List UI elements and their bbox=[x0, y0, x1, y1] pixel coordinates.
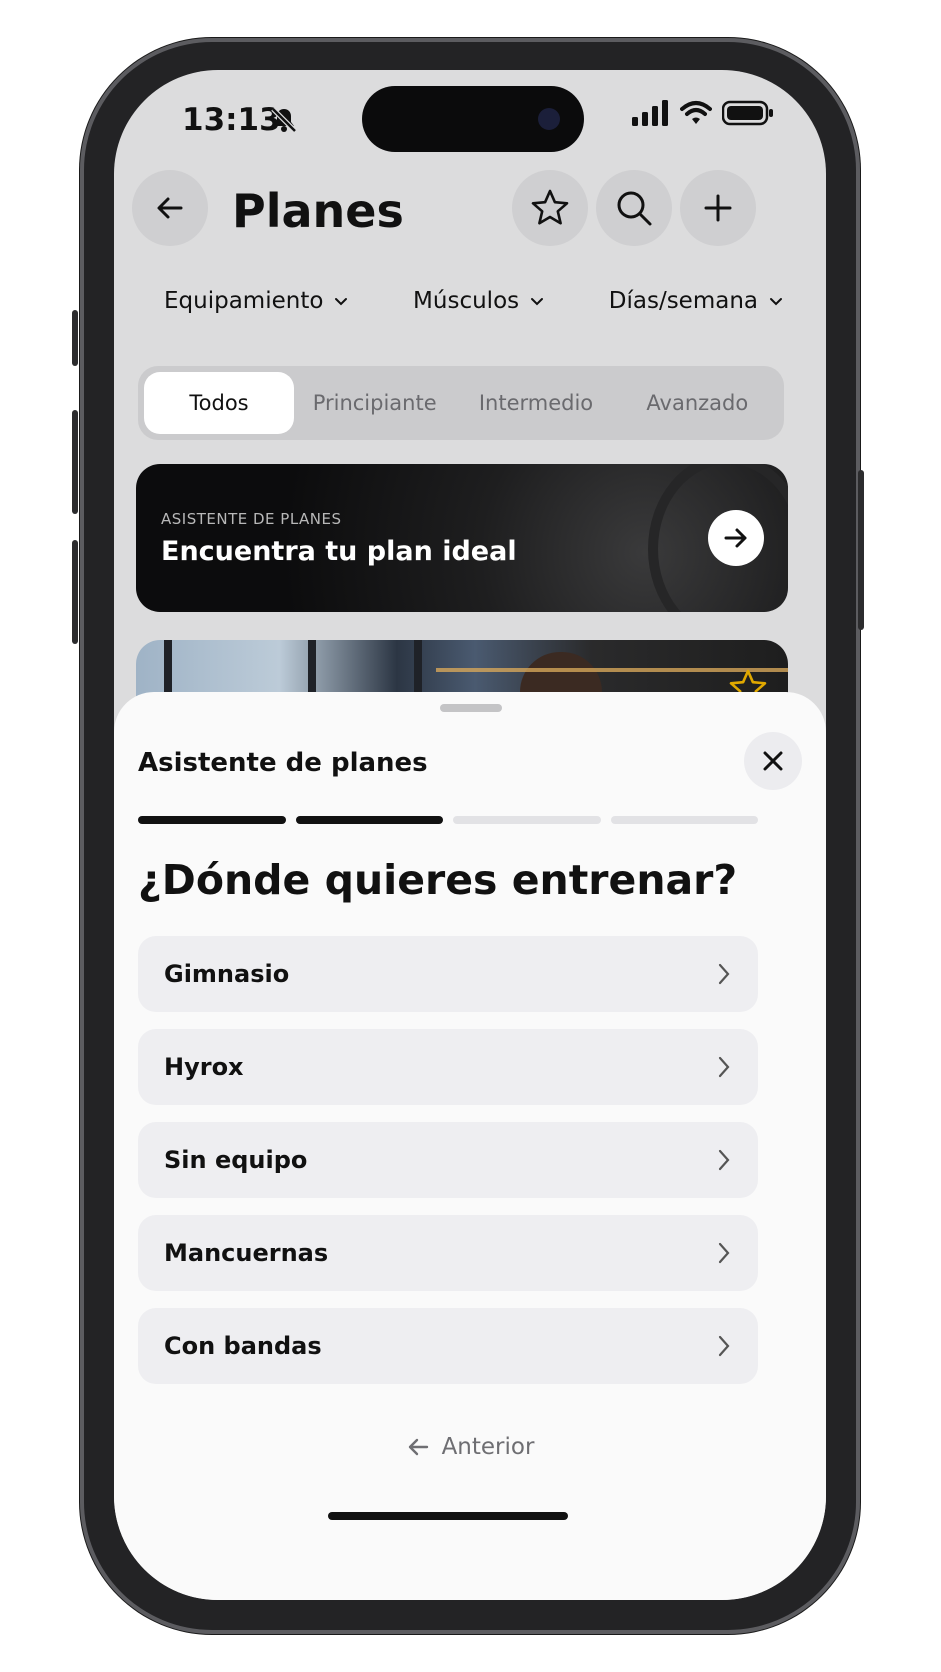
chevron-right-icon bbox=[718, 1056, 730, 1078]
filter-equipment[interactable]: Equipamiento bbox=[164, 288, 349, 314]
step-progress bbox=[138, 816, 758, 824]
progress-step bbox=[453, 816, 601, 824]
arrow-right-icon bbox=[724, 528, 747, 548]
level-segmented-control: Todos Principiante Intermedio Avanzado bbox=[138, 366, 784, 440]
level-tab-all[interactable]: Todos bbox=[144, 372, 294, 434]
chevron-right-icon bbox=[718, 1242, 730, 1264]
question-heading: ¿Dónde quieres entrenar? bbox=[138, 856, 738, 904]
chevron-right-icon bbox=[718, 1335, 730, 1357]
filter-days-per-week[interactable]: Días/semana bbox=[609, 288, 784, 314]
filter-muscles[interactable]: Músculos bbox=[413, 288, 545, 314]
option-bands[interactable]: Con bandas bbox=[138, 1308, 758, 1384]
mute-switch bbox=[72, 310, 78, 366]
page-title: Planes bbox=[232, 184, 404, 238]
favorites-button[interactable] bbox=[512, 170, 588, 246]
filter-bar: Equipamiento Músculos Días/semana bbox=[164, 288, 784, 314]
signal-icon bbox=[632, 100, 668, 126]
silent-bell-icon bbox=[271, 107, 297, 133]
previous-button[interactable]: Anterior bbox=[114, 1434, 826, 1460]
add-plan-button[interactable] bbox=[680, 170, 756, 246]
plan-assistant-banner[interactable]: ASISTENTE DE PLANES Encuentra tu plan id… bbox=[136, 464, 788, 612]
option-label: Con bandas bbox=[164, 1332, 322, 1360]
volume-down-button bbox=[72, 540, 78, 644]
level-tab-intermediate[interactable]: Intermedio bbox=[455, 372, 616, 434]
battery-icon bbox=[722, 100, 773, 126]
close-button[interactable] bbox=[744, 732, 802, 790]
back-button[interactable] bbox=[132, 170, 208, 246]
banner-go-button[interactable] bbox=[708, 510, 764, 566]
sheet-title: Asistente de planes bbox=[138, 748, 428, 778]
close-icon bbox=[763, 751, 783, 771]
option-hyrox[interactable]: Hyrox bbox=[138, 1029, 758, 1105]
wifi-icon bbox=[680, 101, 712, 124]
power-button bbox=[858, 470, 864, 630]
filter-label: Días/semana bbox=[608, 288, 758, 314]
progress-step bbox=[610, 816, 758, 824]
plus-icon bbox=[704, 194, 732, 222]
search-icon bbox=[617, 191, 652, 226]
status-time: 13:13 bbox=[182, 102, 281, 138]
option-label: Mancuernas bbox=[164, 1239, 329, 1267]
chevron-down-icon bbox=[335, 298, 348, 306]
option-gym[interactable]: Gimnasio bbox=[138, 936, 758, 1012]
search-button[interactable] bbox=[596, 170, 672, 246]
chevron-down-icon bbox=[531, 298, 544, 306]
filter-label: Músculos bbox=[413, 288, 520, 314]
camera-icon bbox=[538, 108, 560, 130]
filter-label: Equipamiento bbox=[164, 288, 324, 314]
progress-step bbox=[295, 816, 443, 824]
screen: 13:13 Planes Equipamiento Músculos Días/… bbox=[114, 70, 826, 1600]
home-indicator[interactable] bbox=[328, 1512, 568, 1520]
status-icons bbox=[632, 100, 774, 126]
option-no-equipment[interactable]: Sin equipo bbox=[138, 1122, 758, 1198]
option-dumbbells[interactable]: Mancuernas bbox=[138, 1215, 758, 1291]
option-label: Hyrox bbox=[164, 1053, 244, 1081]
star-icon bbox=[531, 189, 569, 225]
volume-up-button bbox=[72, 410, 78, 514]
arrow-left-icon bbox=[408, 1438, 428, 1456]
dynamic-island bbox=[362, 86, 584, 152]
option-label: Sin equipo bbox=[164, 1146, 308, 1174]
option-label: Gimnasio bbox=[164, 960, 290, 988]
chevron-right-icon bbox=[718, 1149, 730, 1171]
banner-title: Encuentra tu plan ideal bbox=[161, 536, 517, 567]
sheet-grabber[interactable] bbox=[440, 704, 502, 712]
arrow-left-icon bbox=[157, 197, 183, 219]
level-tab-beginner[interactable]: Principiante bbox=[294, 372, 455, 434]
option-list: Gimnasio Hyrox Sin equipo Mancuernas Con… bbox=[138, 936, 758, 1401]
plan-assistant-sheet: Asistente de planes ¿Dónde quieres entre… bbox=[114, 692, 826, 1600]
chevron-down-icon bbox=[770, 298, 782, 306]
banner-kicker: ASISTENTE DE PLANES bbox=[161, 510, 342, 528]
previous-label: Anterior bbox=[441, 1434, 535, 1460]
chevron-right-icon bbox=[718, 963, 730, 985]
level-tab-advanced[interactable]: Avanzado bbox=[617, 372, 778, 434]
progress-step bbox=[138, 816, 286, 824]
